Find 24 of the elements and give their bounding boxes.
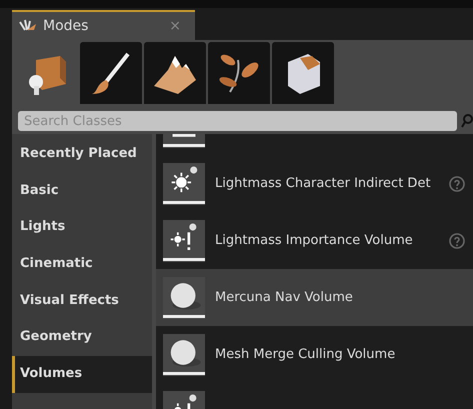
class-item[interactable]: Mercuna Nav Volume <box>156 269 473 326</box>
tab-title: Modes <box>43 18 90 34</box>
class-item[interactable]: Mesh Merge Culling Volume <box>156 326 473 383</box>
category-item[interactable]: Visual Effects <box>12 282 152 320</box>
category-item[interactable]: Recently Placed <box>12 136 152 173</box>
class-label: Mesh Merge Culling Volume <box>215 347 396 362</box>
geometry-mode-tab[interactable] <box>272 42 334 104</box>
class-label: Mercuna Nav Volume <box>215 290 354 305</box>
foliage-mode-tab[interactable] <box>208 42 270 104</box>
category-item[interactable]: Cinematic <box>12 246 152 283</box>
help-icon[interactable] <box>449 176 465 192</box>
paint-mode-tab[interactable] <box>80 42 142 104</box>
landscape-mode-tab[interactable] <box>144 42 206 104</box>
help-icon[interactable] <box>449 232 465 248</box>
category-item[interactable]: Basic <box>12 172 152 210</box>
search-field[interactable]: Search Classes <box>18 111 457 131</box>
class-item[interactable]: Lightmass Importance Volume <box>156 212 473 269</box>
modes-tab[interactable]: Modes × <box>12 10 195 40</box>
class-label: Lightmass Character Indirect Det <box>215 176 432 191</box>
class-label: Lightmass Importance Volume <box>215 233 414 248</box>
category-item[interactable]: Geometry <box>12 319 152 356</box>
class-item[interactable]: Lightmass Character Indirect Det <box>156 155 473 212</box>
category-item[interactable]: Lights <box>12 209 152 246</box>
category-item[interactable]: Volumes <box>12 356 152 393</box>
